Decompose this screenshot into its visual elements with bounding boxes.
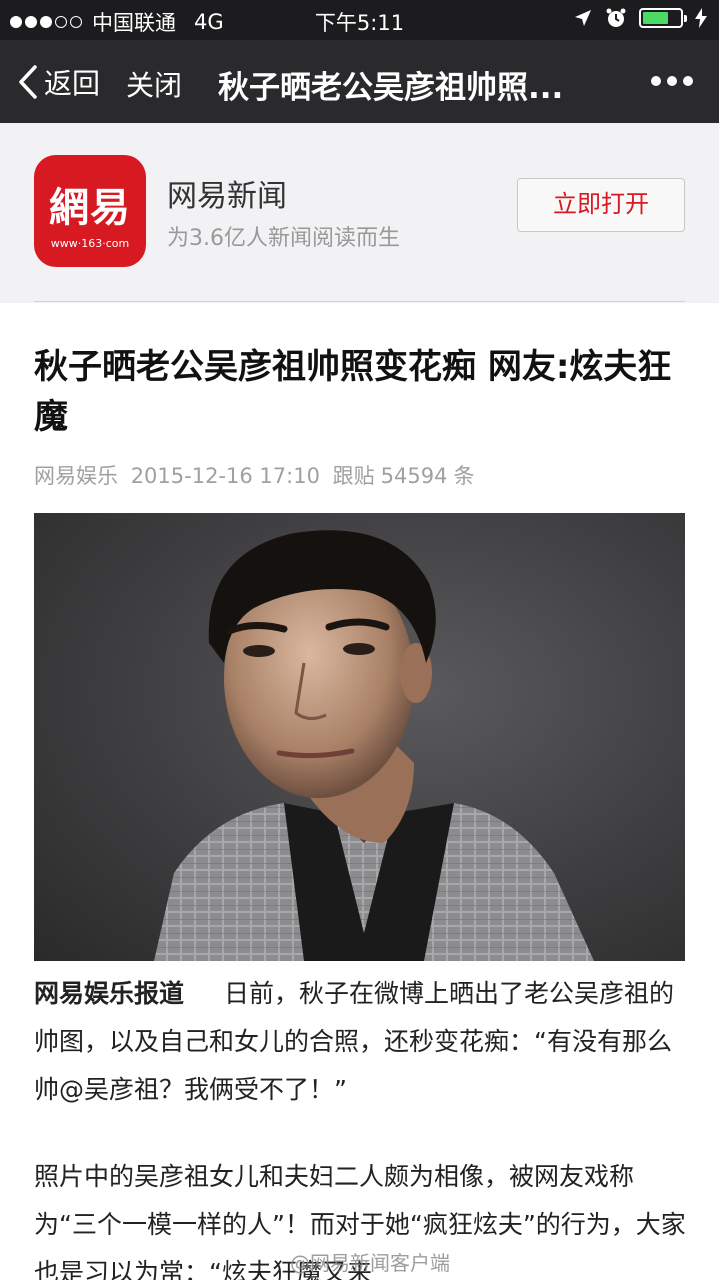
comments-label: 跟贴 [332, 464, 375, 488]
app-banner: 網易 www·163·com 网易新闻 为3.6亿人新闻阅读而生 立即打开 [0, 123, 719, 303]
article-meta: 网易娱乐 2015-12-16 17:10 跟贴 54594 条 [34, 460, 480, 490]
more-options-icon[interactable] [651, 76, 693, 86]
close-button[interactable]: 关闭 [126, 64, 182, 104]
watermark: @网易新闻客户端 [290, 1251, 450, 1275]
battery-icon [639, 8, 687, 28]
status-right [573, 7, 707, 29]
logo-subtext: www·163·com [50, 237, 130, 250]
paragraph-lead: 网易娱乐报道 [34, 979, 185, 1008]
location-arrow-icon [575, 10, 591, 26]
status-bar: 中国联通 4G 下午5:11 [0, 0, 719, 40]
divider [34, 301, 685, 302]
comments-count[interactable]: 54594 [381, 464, 448, 488]
back-button[interactable]: 返回 [18, 62, 100, 102]
logo-text: 網易 [49, 184, 131, 231]
article-source[interactable]: 网易娱乐 [34, 464, 118, 488]
page-title: 秋子晒老公吴彦祖帅照... [218, 70, 564, 106]
article-photo[interactable] [34, 513, 685, 961]
charging-bolt-icon [695, 8, 707, 28]
chevron-left-icon [19, 65, 37, 99]
netease-logo: 網易 www·163·com [34, 155, 146, 267]
app-slogan: 为3.6亿人新闻阅读而生 [167, 226, 400, 251]
comments-suffix: 条 [453, 464, 475, 488]
article-date: 2015-12-16 17:10 [130, 464, 320, 488]
article-title: 秋子晒老公吴彦祖帅照变花痴 网友:炫夫狂魔 [34, 347, 672, 437]
back-label: 返回 [44, 67, 101, 100]
app-name: 网易新闻 [167, 179, 287, 214]
alarm-clock-icon [606, 8, 626, 27]
navigation-bar: 返回 关闭 秋子晒老公吴彦祖帅照... [0, 40, 719, 123]
article-paragraph-1: 网易娱乐报道 日前，秋子在微博上晒出了老公吴彦祖的帅图，以及自己和女儿的合照，还秒… [34, 970, 686, 1114]
portrait-image [154, 530, 594, 961]
open-app-button[interactable]: 立即打开 [517, 178, 685, 232]
